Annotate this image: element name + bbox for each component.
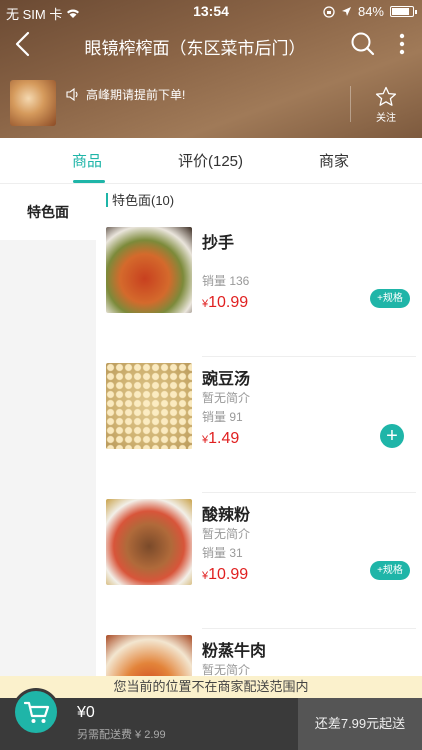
rotation-lock-icon [323, 5, 335, 18]
follow-label: 关注 [376, 113, 396, 124]
divider [350, 86, 351, 122]
shop-info-row: 高峰期请提前下单! 关注 [0, 76, 422, 132]
category-marker [106, 192, 108, 207]
battery-icon [390, 6, 417, 17]
item-sales: 销量 91 [202, 410, 243, 424]
item-image[interactable] [106, 499, 192, 585]
item-sales: 销量 136 [202, 274, 250, 288]
shop-notice-text: 高峰期请提前下单! [86, 88, 186, 102]
shop-logo[interactable] [10, 80, 56, 126]
category-sidebar: 特色面 [0, 184, 96, 750]
price-value: 1.49 [208, 430, 240, 447]
price-value: 10.99 [208, 566, 249, 583]
star-icon [375, 86, 397, 106]
status-bar: 无 SIM 卡 13:54 84% [0, 0, 422, 22]
divider [202, 628, 416, 629]
sidebar-item-label: 特色面 [27, 204, 69, 220]
select-spec-button[interactable]: +规格 [370, 561, 410, 580]
add-to-cart-button[interactable]: + [380, 424, 404, 448]
tab-bar: 商品 评价(125) 商家 [0, 138, 422, 184]
peas-texture [106, 363, 192, 449]
divider [202, 356, 416, 357]
search-icon[interactable] [350, 31, 376, 57]
battery-level [392, 8, 409, 15]
page-title: 眼镜榨榨面（东区菜市后门） [84, 39, 306, 58]
more-icon[interactable] [394, 30, 410, 58]
battery-percent: 84% [357, 4, 384, 19]
item-name: 豌豆汤 [202, 371, 251, 388]
price-value: 10.99 [208, 294, 249, 311]
category-header: 特色面(10) [106, 190, 174, 209]
back-icon[interactable] [12, 30, 36, 58]
speaker-icon [66, 88, 78, 101]
category-title: 特色面(10) [112, 193, 175, 208]
item-name: 酸辣粉 [202, 507, 251, 524]
checkout-button[interactable]: 还差7.99元起送 [298, 698, 422, 750]
shop-notice: 高峰期请提前下单! [66, 86, 185, 103]
nav-bar: 眼镜榨榨面（东区菜市后门） [0, 22, 422, 66]
delivery-fee: 另需配送费 ¥ 2.99 [77, 729, 166, 741]
cart-total: ¥0 [77, 704, 95, 721]
item-desc: 暂无简介 [202, 527, 251, 541]
tab-reviews[interactable]: 评价(125) [178, 150, 243, 171]
status-right: 84% [323, 4, 417, 19]
tab-goods[interactable]: 商品 [72, 150, 102, 171]
item-image[interactable] [106, 227, 192, 313]
delivery-range-notice: 您当前的位置不在商家配送范围内 [0, 676, 422, 698]
cart-button[interactable] [12, 688, 60, 736]
goods-item[interactable]: 豌豆汤 暂无简介 销量 91 ¥1.49 + [106, 363, 416, 493]
item-sales: 销量 31 [202, 546, 243, 560]
item-price: ¥10.99 [202, 566, 248, 584]
item-image[interactable] [106, 363, 192, 449]
sidebar-item-special-noodles[interactable]: 特色面 [0, 184, 96, 240]
tab-shop[interactable]: 商家 [319, 150, 349, 171]
location-arrow-icon [341, 7, 351, 16]
divider [202, 492, 416, 493]
active-tab-indicator [73, 180, 105, 183]
shopping-cart-icon [24, 701, 50, 723]
item-name: 粉蒸牛肉 [202, 643, 267, 660]
follow-button[interactable]: 关注 [366, 86, 406, 124]
select-spec-button[interactable]: +规格 [370, 289, 410, 308]
item-desc: 暂无简介 [202, 391, 251, 405]
goods-item[interactable]: 酸辣粉 暂无简介 销量 31 ¥10.99 +规格 [106, 499, 416, 629]
goods-item[interactable]: 抄手 销量 136 ¥10.99 +规格 [106, 227, 416, 357]
item-price: ¥1.49 [202, 430, 239, 448]
item-name: 抄手 [202, 235, 235, 252]
goods-list: 特色面(10) 抄手 销量 136 ¥10.99 +规格 豌豆汤 暂无简介 销量… [96, 184, 422, 750]
item-price: ¥10.99 [202, 294, 248, 312]
app-root: 无 SIM 卡 13:54 84% 眼镜榨榨面（东区菜市后门） 高峰期请提前下单… [0, 0, 422, 750]
